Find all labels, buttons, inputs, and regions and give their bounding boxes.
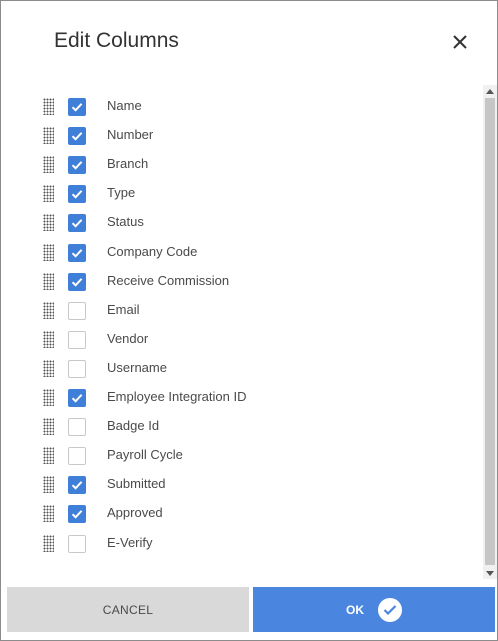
drag-handle-icon[interactable]	[43, 127, 54, 145]
column-checkbox[interactable]	[68, 127, 86, 146]
drag-handle-icon[interactable]	[43, 185, 54, 203]
scroll-down-arrow-icon[interactable]	[483, 567, 497, 579]
column-row[interactable]: Type	[1, 183, 483, 212]
scrollbar[interactable]	[483, 85, 497, 579]
column-checkbox[interactable]	[68, 243, 86, 262]
drag-handle-icon[interactable]	[43, 359, 54, 377]
checkmark-icon	[71, 248, 83, 258]
column-label: Branch	[107, 156, 149, 172]
drag-handle-icon[interactable]	[43, 301, 54, 319]
drag-handle-icon[interactable]	[43, 243, 54, 261]
column-label: Type	[107, 185, 136, 201]
column-row[interactable]: Status	[1, 212, 483, 241]
column-row[interactable]: Approved	[1, 503, 483, 532]
column-checkbox[interactable]	[68, 301, 86, 320]
scrollbar-thumb[interactable]	[485, 98, 495, 565]
column-row[interactable]: E-Verify	[1, 533, 483, 562]
checkmark-icon	[71, 103, 83, 112]
column-row[interactable]: Email	[1, 300, 483, 329]
drag-handle-icon[interactable]	[43, 476, 54, 494]
column-list: Name Number Branch Type Status Company Code Re…	[1, 87, 483, 579]
column-label: Approved	[107, 505, 163, 521]
column-label: Badge Id	[107, 418, 160, 434]
column-row[interactable]: Number	[1, 125, 483, 154]
column-checkbox[interactable]	[68, 359, 86, 378]
column-checkbox[interactable]	[68, 156, 86, 175]
drag-handle-icon[interactable]	[43, 330, 54, 348]
drag-handle-icon[interactable]	[43, 505, 54, 523]
checkmark-icon	[71, 277, 83, 287]
column-label: Email	[107, 301, 140, 317]
column-row[interactable]: Payroll Cycle	[1, 445, 483, 474]
drag-handle-icon[interactable]	[43, 98, 54, 115]
column-row[interactable]: Badge Id	[1, 416, 483, 445]
checkmark-circle-icon	[378, 597, 402, 622]
column-label: Number	[107, 127, 154, 143]
column-row[interactable]: Name	[1, 96, 483, 125]
drag-handle-icon[interactable]	[43, 447, 54, 465]
column-label: Payroll Cycle	[107, 447, 183, 463]
column-checkbox[interactable]	[68, 505, 86, 524]
column-checkbox[interactable]	[68, 214, 86, 233]
column-row[interactable]: Company Code	[1, 242, 483, 271]
column-row[interactable]: Employee Integration ID	[1, 387, 483, 416]
column-label: E-Verify	[107, 534, 153, 550]
drag-handle-icon[interactable]	[43, 156, 54, 174]
column-row[interactable]: Submitted	[1, 474, 483, 503]
ok-button[interactable]: OK	[253, 587, 495, 632]
column-checkbox[interactable]	[68, 418, 86, 437]
column-row[interactable]: Receive Commission	[1, 271, 483, 300]
dialog-title: Edit Columns	[54, 29, 179, 52]
column-checkbox[interactable]	[68, 389, 86, 407]
checkmark-icon	[71, 481, 83, 490]
checkmark-icon	[71, 161, 83, 170]
cancel-button-label: CANCEL	[102, 602, 154, 617]
column-checkbox[interactable]	[68, 476, 86, 495]
edit-columns-dialog: Edit Columns Name Number Branch Type Status C…	[0, 0, 498, 641]
checkmark-icon	[71, 190, 83, 199]
column-label: Username	[107, 359, 167, 375]
scroll-up-arrow-icon[interactable]	[483, 85, 497, 97]
column-checkbox[interactable]	[68, 272, 86, 291]
column-label: Submitted	[107, 476, 166, 492]
checkmark-icon	[71, 132, 83, 141]
checkmark-icon	[71, 510, 83, 520]
column-row[interactable]: Vendor	[1, 329, 483, 358]
cancel-button[interactable]: CANCEL	[7, 587, 249, 632]
column-label: Status	[107, 214, 144, 230]
drag-handle-icon[interactable]	[43, 272, 54, 290]
column-checkbox[interactable]	[68, 330, 86, 349]
drag-handle-icon[interactable]	[43, 389, 54, 406]
column-label: Employee Integration ID	[107, 389, 247, 404]
column-label: Name	[107, 98, 142, 113]
column-checkbox[interactable]	[68, 185, 86, 204]
column-label: Company Code	[107, 243, 198, 259]
column-label: Vendor	[107, 330, 149, 346]
column-label: Receive Commission	[107, 272, 230, 288]
checkmark-icon	[71, 219, 83, 229]
drag-handle-icon[interactable]	[43, 534, 54, 552]
drag-handle-icon[interactable]	[43, 214, 54, 232]
dialog-footer: CANCEL OK	[1, 586, 497, 638]
close-icon[interactable]	[449, 31, 471, 53]
ok-button-label: OK	[346, 602, 364, 617]
drag-handle-icon[interactable]	[43, 418, 54, 436]
column-row[interactable]: Branch	[1, 154, 483, 183]
column-checkbox[interactable]	[68, 447, 86, 466]
column-row[interactable]: Username	[1, 358, 483, 387]
column-checkbox[interactable]	[68, 534, 86, 553]
checkmark-icon	[71, 394, 83, 403]
column-checkbox[interactable]	[68, 98, 86, 116]
